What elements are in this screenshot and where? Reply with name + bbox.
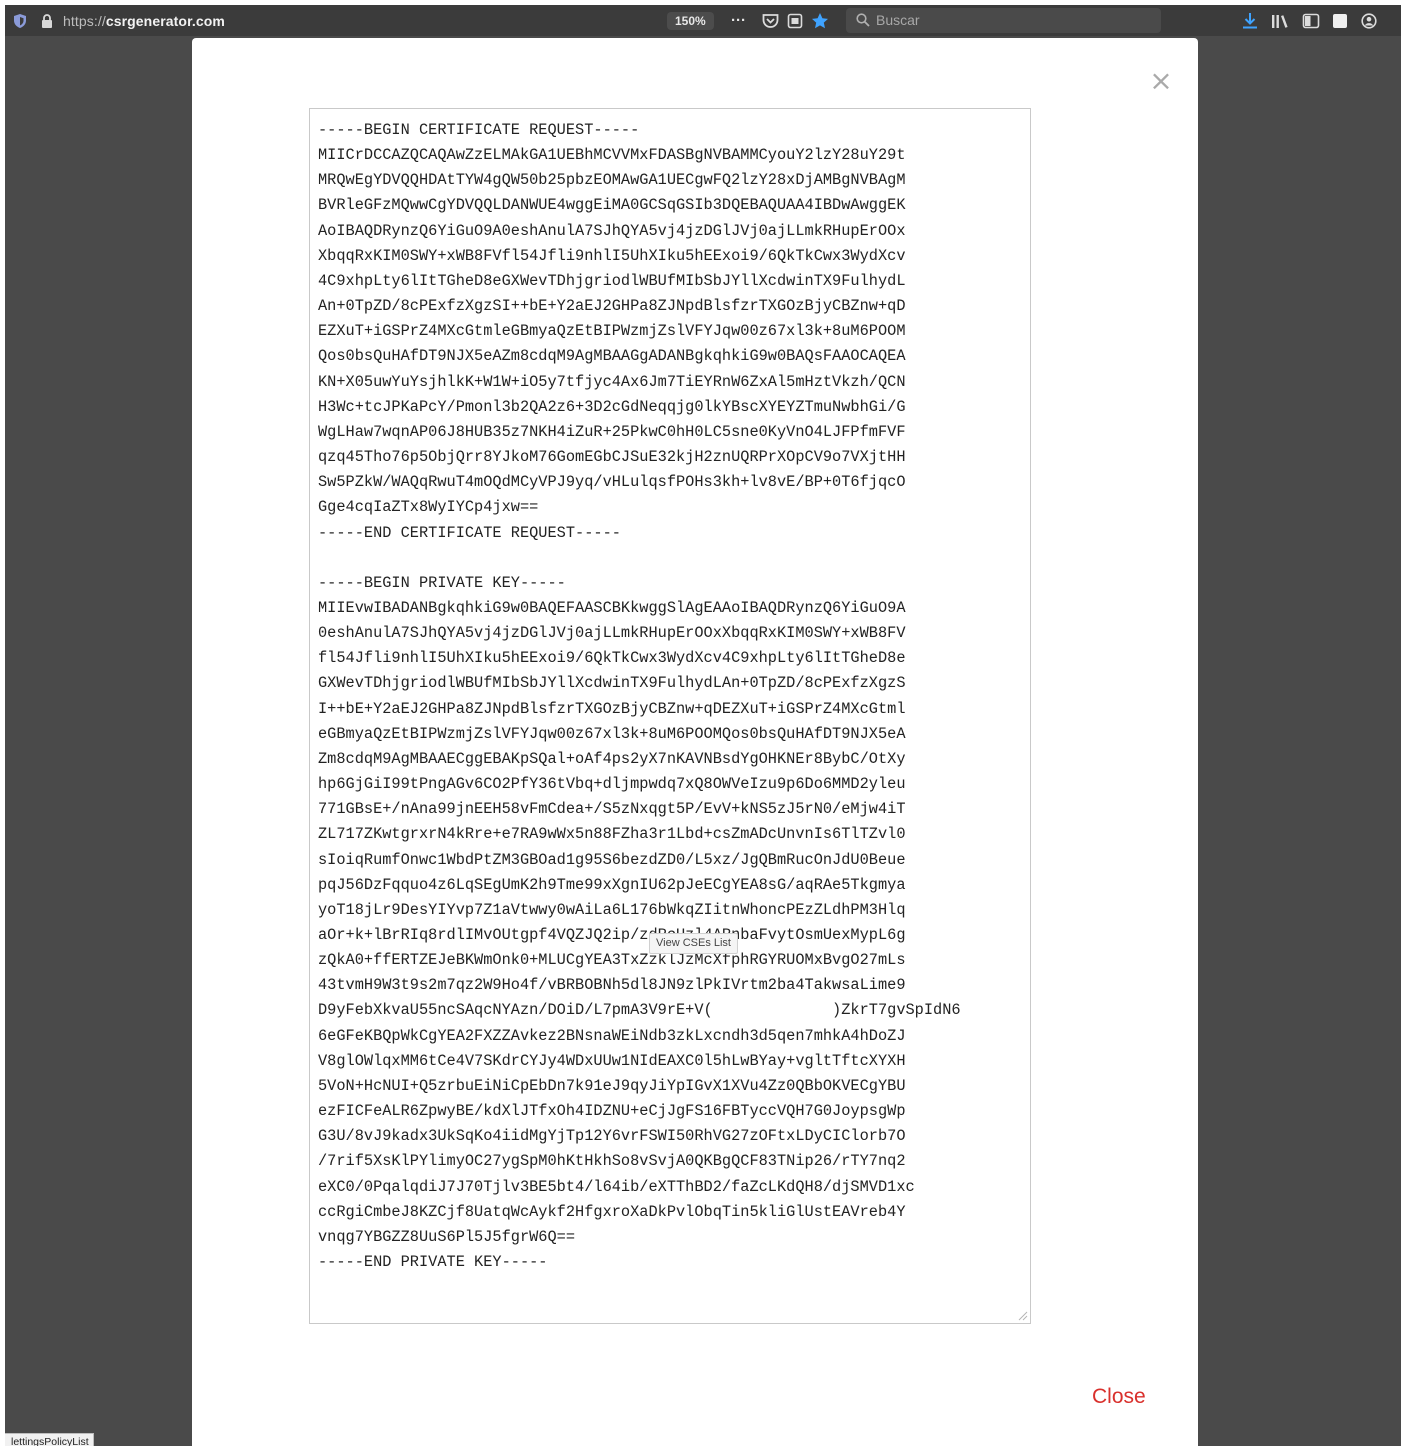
zoom-indicator[interactable]: 150% — [667, 5, 714, 36]
downloads-icon[interactable] — [1242, 5, 1258, 36]
search-icon — [856, 13, 870, 32]
tooltip: View CSEs List — [649, 933, 738, 954]
page-actions-menu[interactable]: ··· — [731, 5, 746, 36]
zoom-level: 150% — [667, 11, 714, 30]
modal-backdrop-right — [1198, 36, 1401, 1446]
search-placeholder: Buscar — [876, 12, 920, 28]
tracking-protection-icon[interactable] — [13, 5, 27, 36]
status-bar-link: lettingsPolicyList — [5, 1433, 94, 1446]
sidebar-icon[interactable] — [1302, 5, 1320, 36]
csr-result-modal: × -----BEGIN CERTIFICATE REQUEST----- MI… — [192, 38, 1198, 1446]
search-input[interactable]: Buscar — [846, 8, 1161, 33]
csr-output-textarea[interactable]: -----BEGIN CERTIFICATE REQUEST----- MIIC… — [309, 108, 1031, 1324]
resize-grip-icon[interactable] — [1016, 1309, 1028, 1321]
csr-output-text: -----BEGIN CERTIFICATE REQUEST----- MIIC… — [318, 121, 961, 1272]
pocket-icon[interactable] — [762, 5, 779, 36]
screenshot-icon[interactable] — [787, 5, 803, 36]
browser-window: https://csrgenerator.com 150% ··· Buscar — [5, 5, 1401, 1446]
lock-icon[interactable] — [41, 5, 53, 36]
bookmark-star-icon[interactable] — [811, 5, 829, 36]
library-icon[interactable] — [1271, 5, 1289, 36]
url-prefix: https:// — [63, 12, 106, 29]
url-bar[interactable]: https://csrgenerator.com — [63, 5, 225, 36]
url-domain: csrgenerator.com — [105, 12, 225, 29]
close-icon[interactable]: × — [1148, 67, 1174, 95]
browser-toolbar: https://csrgenerator.com 150% ··· Buscar — [5, 5, 1401, 36]
reader-view-icon[interactable] — [1332, 5, 1348, 36]
close-button[interactable]: Close — [1092, 1385, 1146, 1409]
account-icon[interactable] — [1361, 5, 1377, 36]
modal-backdrop-left — [5, 36, 192, 1446]
